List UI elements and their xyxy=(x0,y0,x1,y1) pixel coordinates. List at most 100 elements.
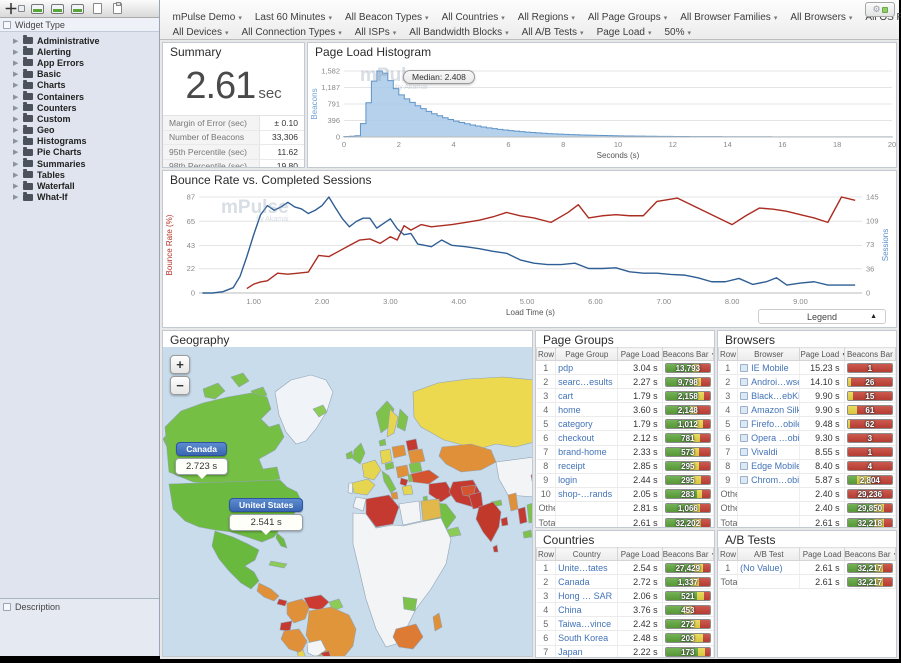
filter-all-bandwidth-blocks[interactable]: All Bandwidth Blocks▾ xyxy=(403,27,515,38)
table-link-south-korea[interactable]: South Korea xyxy=(558,633,608,643)
expand-arrow-icon[interactable]: ▶ xyxy=(13,48,19,56)
histogram-chart[interactable]: 03967911,1871,58202468101214161820Second… xyxy=(308,59,896,167)
description-header[interactable]: Description xyxy=(0,599,159,615)
expand-arrow-icon[interactable]: ▶ xyxy=(13,137,19,145)
sidebar-item-histograms[interactable]: ▶Histograms xyxy=(0,136,159,147)
filter-all-regions[interactable]: All Regions▾ xyxy=(511,12,581,23)
expand-arrow-icon[interactable]: ▶ xyxy=(13,81,19,89)
table-link-checkout[interactable]: checkout xyxy=(558,433,594,443)
sidebar-item-administrative[interactable]: ▶Administrative xyxy=(0,35,159,46)
column-header-page-load[interactable]: Page Load xyxy=(618,348,662,361)
table-link-category[interactable]: category xyxy=(558,419,593,429)
table-link-china[interactable]: China xyxy=(558,605,582,615)
sidebar-item-counters[interactable]: ▶Counters xyxy=(0,102,159,113)
table-link-cart[interactable]: cart xyxy=(558,391,573,401)
column-header-row[interactable]: Row xyxy=(537,348,556,361)
filter-all-connection-types[interactable]: All Connection Types▾ xyxy=(235,27,348,38)
column-header-beacons-bar[interactable]: Beacons Bar ▼ xyxy=(662,348,713,361)
widget-type-header[interactable]: Widget Type xyxy=(0,18,159,32)
column-header-row[interactable]: Row xyxy=(719,348,738,361)
table-link-receipt[interactable]: receipt xyxy=(558,461,585,471)
filter-50[interactable]: 50%▾ xyxy=(658,27,698,38)
expand-arrow-icon[interactable]: ▶ xyxy=(13,126,19,134)
table-link-black-ebkit[interactable]: Black…ebKit xyxy=(740,391,800,401)
table-link-firefo-obile[interactable]: Firefo…obile xyxy=(740,419,800,429)
expand-arrow-icon[interactable]: ▶ xyxy=(13,93,19,101)
table-link-chrom-obile[interactable]: Chrom…obile xyxy=(740,475,800,485)
filter-all-devices[interactable]: All Devices▾ xyxy=(166,27,235,38)
sidebar-item-what-if[interactable]: ▶What-If xyxy=(0,192,159,203)
filter-page-load[interactable]: Page Load▾ xyxy=(590,27,658,38)
table-link-brand-home[interactable]: brand-home xyxy=(558,447,607,457)
sidebar-item-alerting[interactable]: ▶Alerting xyxy=(0,46,159,57)
sidebar-item-custom[interactable]: ▶Custom xyxy=(0,113,159,124)
sidebar-item-pie-charts[interactable]: ▶Pie Charts xyxy=(0,147,159,158)
table-link-shop-rands[interactable]: shop-…rands xyxy=(558,489,612,499)
column-header-page-group[interactable]: Page Group xyxy=(556,348,618,361)
table-link-androi-wser[interactable]: Androi…wser xyxy=(740,377,800,387)
sidebar-item-geo[interactable]: ▶Geo xyxy=(0,125,159,136)
table-link-canada[interactable]: Canada xyxy=(558,577,590,587)
expand-arrow-icon[interactable]: ▶ xyxy=(13,182,19,190)
table-link-vivaldi[interactable]: Vivaldi xyxy=(740,447,777,457)
dashboard-view-button-1[interactable] xyxy=(29,2,45,16)
table-link-ie-mobile[interactable]: IE Mobile xyxy=(740,363,789,373)
paste-button[interactable] xyxy=(109,2,125,16)
expand-arrow-icon[interactable]: ▶ xyxy=(13,148,19,156)
table-link-edge-mobile[interactable]: Edge Mobile xyxy=(740,461,800,471)
column-header-page-load[interactable]: Page Load xyxy=(618,548,662,561)
column-header-beacons-bar[interactable]: Beacons Bar ▼ xyxy=(844,548,895,561)
choropleth-map[interactable] xyxy=(163,347,533,657)
filter-all-isps[interactable]: All ISPs▾ xyxy=(348,27,403,38)
column-header-beacons-bar[interactable]: Beacons Bar xyxy=(844,348,895,361)
sidebar-item-containers[interactable]: ▶Containers xyxy=(0,91,159,102)
expand-arrow-icon[interactable]: ▶ xyxy=(13,104,19,112)
column-header-page-load[interactable]: Page Load xyxy=(800,548,844,561)
column-header-a-b-test[interactable]: A/B Test xyxy=(738,548,800,561)
filter-all-browser-families[interactable]: All Browser Families▾ xyxy=(674,12,784,23)
table-link-amazon-silk[interactable]: Amazon Silk xyxy=(740,405,800,415)
expand-arrow-icon[interactable]: ▶ xyxy=(13,115,19,123)
sidebar-item-app-errors[interactable]: ▶App Errors xyxy=(0,57,159,68)
expand-arrow-icon[interactable]: ▶ xyxy=(13,193,19,201)
filter-last-60-minutes[interactable]: Last 60 Minutes▾ xyxy=(248,12,338,23)
expand-arrow-icon[interactable]: ▶ xyxy=(13,171,19,179)
table-link-no-value[interactable]: (No Value) xyxy=(740,563,782,573)
column-header-browser[interactable]: Browser xyxy=(738,348,800,361)
table-link-opera-obile[interactable]: Opera …obile xyxy=(740,433,800,443)
copy-button[interactable] xyxy=(89,2,105,16)
expand-arrow-icon[interactable]: ▶ xyxy=(13,37,19,45)
table-link-pdp[interactable]: pdp xyxy=(558,363,573,373)
column-header-page-load[interactable]: Page Load ▼ xyxy=(800,348,844,361)
table-link-taiwa-vince[interactable]: Taiwa…vince xyxy=(558,619,611,629)
filter-all-beacon-types[interactable]: All Beacon Types▾ xyxy=(338,12,435,23)
table-link-home[interactable]: home xyxy=(558,405,581,415)
settings-button[interactable]: ⚙ xyxy=(865,2,895,17)
table-link-hong-sar[interactable]: Hong … SAR xyxy=(558,591,612,601)
legend-toggle-button[interactable]: Legend ▲ xyxy=(758,309,886,324)
dashboard-view-button-3[interactable] xyxy=(69,2,85,16)
map-zoom-out-button[interactable]: − xyxy=(170,376,190,395)
sidebar-item-basic[interactable]: ▶Basic xyxy=(0,69,159,80)
filter-mpulse-demo[interactable]: mPulse Demo▾ xyxy=(166,12,248,23)
column-header-row[interactable]: Row xyxy=(719,548,738,561)
sidebar-item-waterfall[interactable]: ▶Waterfall xyxy=(0,180,159,191)
map-zoom-in-button[interactable]: + xyxy=(170,355,190,374)
sidebar-item-charts[interactable]: ▶Charts xyxy=(0,80,159,91)
sidebar-item-tables[interactable]: ▶Tables xyxy=(0,169,159,180)
filter-all-countries[interactable]: All Countries▾ xyxy=(435,12,511,23)
add-widget-button[interactable]: ＋ xyxy=(4,2,25,16)
sidebar-item-summaries[interactable]: ▶Summaries xyxy=(0,158,159,169)
filter-all-a-b-tests[interactable]: All A/B Tests▾ xyxy=(515,27,590,38)
expand-arrow-icon[interactable]: ▶ xyxy=(13,59,19,67)
expand-arrow-icon[interactable]: ▶ xyxy=(13,70,19,78)
filter-all-browsers[interactable]: All Browsers▾ xyxy=(784,12,859,23)
column-header-row[interactable]: Row xyxy=(537,548,556,561)
bounce-chart[interactable]: 022436587036731091451.002.003.004.005.00… xyxy=(163,187,896,327)
table-link-japan[interactable]: Japan xyxy=(558,647,583,657)
expand-arrow-icon[interactable]: ▶ xyxy=(13,160,19,168)
filter-all-page-groups[interactable]: All Page Groups▾ xyxy=(581,12,673,23)
table-link-login[interactable]: login xyxy=(558,475,577,485)
dashboard-view-button-2[interactable] xyxy=(49,2,65,16)
table-link-searc-esults[interactable]: searc…esults xyxy=(558,377,613,387)
